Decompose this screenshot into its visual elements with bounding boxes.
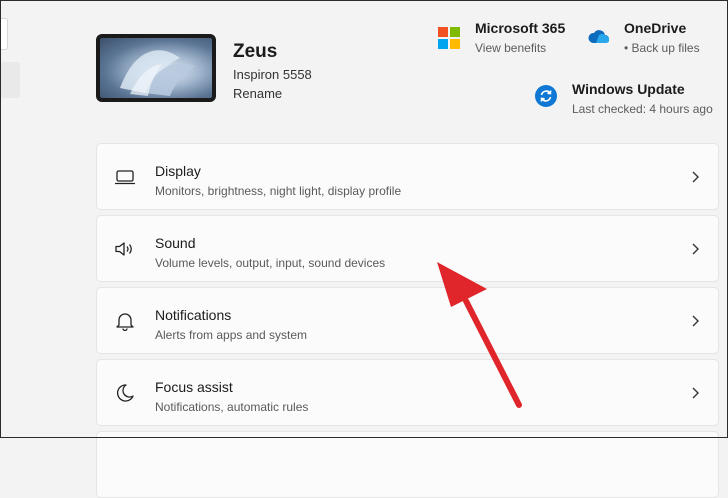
moon-icon <box>117 384 134 402</box>
onedrive-cloud-icon <box>588 30 609 43</box>
settings-card-label: Display <box>155 163 201 179</box>
windows-update-subtitle: Last checked: 4 hours ago <box>572 102 713 116</box>
settings-card-display[interactable]: Display Monitors, brightness, night ligh… <box>96 143 719 210</box>
onedrive-subtitle: • Back up files <box>624 41 700 55</box>
windows-update-title: Windows Update <box>572 81 685 97</box>
device-model: Inspiron 5558 <box>233 67 312 82</box>
settings-card-focus-assist[interactable]: Focus assist Notifications, automatic ru… <box>96 359 719 426</box>
chevron-right-icon <box>692 387 699 399</box>
chevron-right-icon <box>692 171 699 183</box>
settings-card-partial[interactable] <box>96 431 719 498</box>
settings-card-description: Monitors, brightness, night light, displ… <box>155 184 402 198</box>
microsoft365-title: Microsoft 365 <box>475 20 566 36</box>
microsoft-logo-icon <box>438 27 460 49</box>
settings-card-description: Volume levels, output, input, sound devi… <box>155 256 386 270</box>
microsoft365-subtitle: View benefits <box>475 41 547 55</box>
speaker-icon <box>115 242 132 256</box>
rename-link[interactable]: Rename <box>233 86 282 101</box>
onedrive-title: OneDrive <box>624 20 687 36</box>
left-nav-search-edge[interactable] <box>0 18 8 50</box>
monitor-icon <box>115 170 135 185</box>
settings-card-description: Alerts from apps and system <box>155 328 308 342</box>
update-sync-icon <box>535 85 557 107</box>
left-nav-selected-item[interactable] <box>0 62 20 98</box>
device-wallpaper-thumbnail <box>96 34 216 102</box>
settings-card-notifications[interactable]: Notifications Alerts from apps and syste… <box>96 287 719 354</box>
settings-card-label: Notifications <box>155 307 232 323</box>
settings-card-label: Focus assist <box>155 379 233 395</box>
bell-icon <box>116 313 134 331</box>
chevron-right-icon <box>692 243 699 255</box>
settings-card-description: Notifications, automatic rules <box>155 400 309 414</box>
device-name: Zeus <box>233 41 278 62</box>
settings-card-sound[interactable]: Sound Volume levels, output, input, soun… <box>96 215 719 282</box>
settings-card-label: Sound <box>155 235 196 251</box>
chevron-right-icon <box>692 315 699 327</box>
